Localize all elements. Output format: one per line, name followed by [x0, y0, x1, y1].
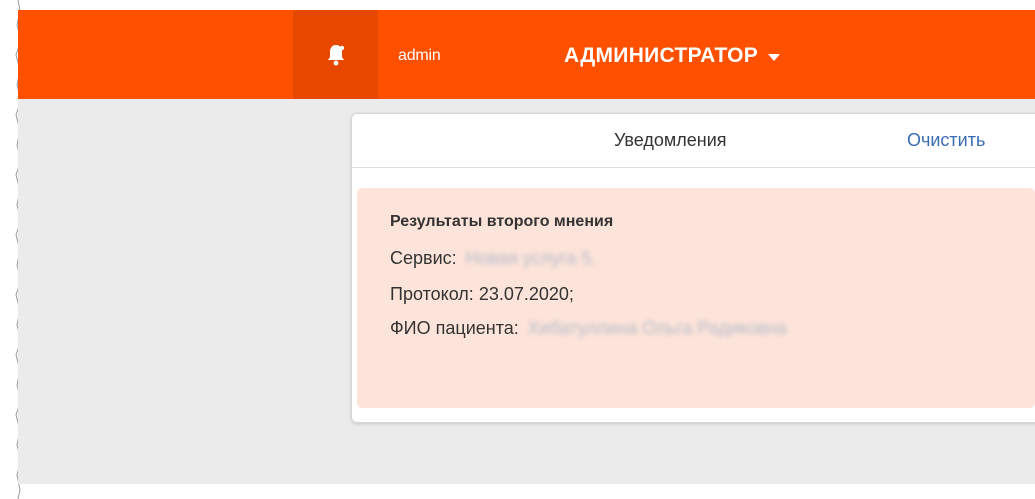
patient-value: Хибатуллина Ольга Радиковна — [527, 318, 787, 338]
role-dropdown[interactable]: АДМИНИСТРАТОР — [564, 44, 781, 68]
service-label: Сервис: — [390, 248, 457, 268]
chevron-down-icon — [768, 53, 781, 61]
username-label[interactable]: admin — [398, 47, 441, 65]
notifications-button[interactable] — [293, 10, 378, 99]
protocol-label: Протокол: — [390, 284, 474, 304]
notifications-header: Уведомления Очистить — [352, 114, 1035, 168]
notification-heading: Результаты второго мнения — [390, 213, 614, 230]
service-value: Новая услуга 5. — [465, 248, 597, 268]
notifications-title: Уведомления — [614, 130, 727, 150]
protocol-value: 23.07.2020; — [478, 284, 574, 304]
notifications-panel: Уведомления Очистить Результаты второго … — [351, 113, 1035, 423]
bell-icon — [327, 44, 344, 65]
app-page: admin АДМИНИСТРАТОР Уведомления Очистить… — [18, 10, 1035, 484]
top-navbar: admin АДМИНИСТРАТОР — [18, 10, 1035, 99]
notification-protocol-row: Протокол: 23.07.2020; — [390, 284, 574, 305]
patient-label: ФИО пациента: — [390, 318, 519, 338]
clear-notifications-link[interactable]: Очистить — [907, 130, 985, 151]
notification-service-row: Сервис: Новая услуга 5. — [390, 248, 596, 269]
notification-patient-row: ФИО пациента: Хибатуллина Ольга Радиковн… — [390, 318, 787, 339]
notification-item[interactable]: Результаты второго мнения Сервис: Новая … — [357, 188, 1035, 408]
role-label: АДМИНИСТРАТОР — [564, 44, 759, 67]
